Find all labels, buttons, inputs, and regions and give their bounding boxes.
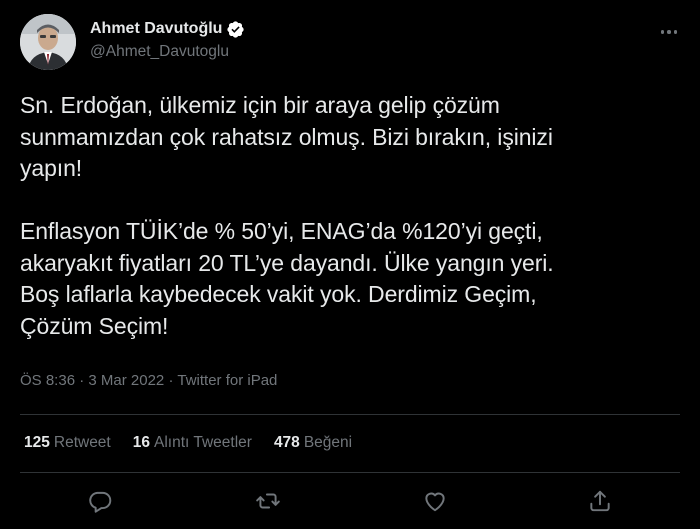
tweet-source[interactable]: Twitter for iPad bbox=[177, 372, 277, 389]
display-name[interactable]: Ahmet Davutoğlu bbox=[90, 20, 222, 38]
divider bbox=[20, 472, 680, 473]
author-handle[interactable]: @Ahmet_Davutoglu bbox=[90, 43, 245, 61]
quote-count: 16 bbox=[132, 434, 150, 451]
meta-separator: · bbox=[79, 372, 89, 389]
avatar[interactable] bbox=[20, 14, 76, 70]
tweet-header: Ahmet Davutoğlu @Ahmet_Davutoglu bbox=[20, 14, 680, 70]
verified-badge-icon bbox=[226, 20, 245, 39]
more-dot bbox=[673, 30, 678, 34]
quote-stat[interactable]: 16 Alıntı Tweetler bbox=[133, 434, 252, 452]
quote-label: Alıntı Tweetler bbox=[154, 434, 252, 451]
divider bbox=[20, 414, 680, 415]
tweet-card: Ahmet Davutoğlu @Ahmet_Davutoglu Sn. Erd… bbox=[0, 0, 700, 529]
heart-icon[interactable] bbox=[422, 488, 448, 514]
like-label: Beğeni bbox=[303, 434, 353, 451]
retweet-icon[interactable] bbox=[255, 488, 281, 514]
display-name-row: Ahmet Davutoğlu bbox=[90, 18, 245, 40]
tweet-text: Sn. Erdoğan, ülkemiz için bir araya geli… bbox=[20, 92, 554, 339]
retweet-count: 125 bbox=[24, 434, 50, 451]
tweet-date[interactable]: 3 Mar 2022 bbox=[88, 372, 164, 389]
retweet-label: Retweet bbox=[53, 434, 111, 451]
share-icon[interactable] bbox=[587, 488, 613, 514]
retweet-stat[interactable]: 125 Retweet bbox=[24, 434, 111, 452]
avatar-image bbox=[20, 14, 76, 70]
more-dots-icon[interactable] bbox=[658, 22, 680, 42]
tweet-time[interactable]: ÖS 8:36 bbox=[20, 372, 75, 389]
more-dot bbox=[667, 30, 671, 34]
author-names: Ahmet Davutoğlu @Ahmet_Davutoglu bbox=[90, 18, 245, 61]
more-dot bbox=[660, 30, 665, 34]
tweet-actions bbox=[20, 482, 680, 522]
like-count: 478 bbox=[273, 434, 300, 451]
reply-icon[interactable] bbox=[87, 488, 113, 514]
tweet-stats: 125 Retweet 16 Alıntı Tweetler 478 Beğeni bbox=[24, 434, 352, 452]
like-stat[interactable]: 478 Beğeni bbox=[274, 434, 352, 452]
tweet-meta: ÖS 8:36 · 3 Mar 2022 · Twitter for iPad bbox=[20, 372, 277, 389]
